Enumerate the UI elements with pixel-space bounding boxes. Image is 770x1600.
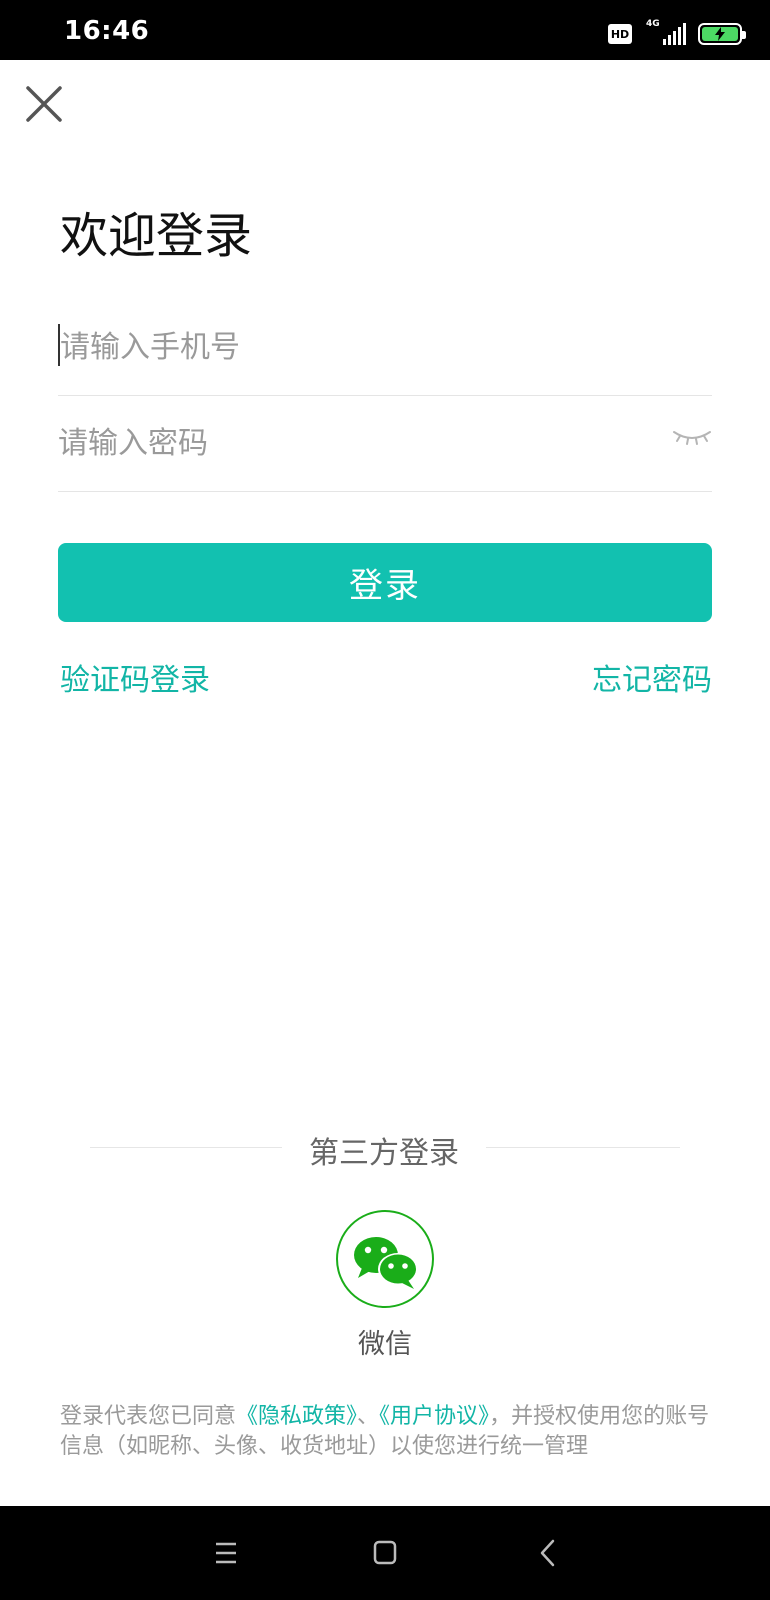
third-party-label: 第三方登录: [309, 1136, 459, 1171]
privacy-policy-link[interactable]: 《隐私政策》: [236, 1404, 357, 1429]
login-button[interactable]: 登录: [58, 543, 712, 622]
eye-closed-icon[interactable]: [672, 426, 712, 450]
page-title: 欢迎登录: [60, 208, 253, 264]
agreement-prefix: 登录代表您已同意: [60, 1404, 237, 1429]
close-icon[interactable]: [24, 84, 64, 124]
wechat-login-button[interactable]: [336, 1210, 434, 1308]
menu-icon[interactable]: [206, 1536, 246, 1570]
login-page: 16:46 HD 4G 欢迎登录 请输入手机号 登录 验证码登录 忘记密码 第三…: [0, 0, 770, 1600]
signal-icon: 4G: [644, 19, 686, 47]
hd-icon: HD: [608, 24, 632, 44]
wechat-label: 微信: [358, 1329, 412, 1360]
network-type: 4G: [646, 19, 660, 29]
agreement-separator: 、: [357, 1404, 380, 1429]
user-agreement-link[interactable]: 《用户协议》: [379, 1404, 489, 1429]
forgot-password-link[interactable]: 忘记密码: [592, 655, 712, 699]
sms-login-link[interactable]: 验证码登录: [60, 655, 210, 699]
wechat-icon: [354, 1237, 418, 1289]
divider-right: [486, 1147, 680, 1148]
status-time: 16:46: [64, 16, 150, 46]
password-input[interactable]: [58, 416, 638, 470]
password-field: [58, 396, 712, 492]
phone-input[interactable]: [58, 320, 638, 374]
status-icons: HD 4G: [608, 19, 746, 48]
agreement-text: 登录代表您已同意《隐私政策》、《用户协议》，并授权使用您的账号信息（如昵称、头像…: [60, 1402, 710, 1462]
phone-field: [58, 300, 712, 396]
battery-charging-icon: [698, 23, 746, 45]
divider-left: [90, 1147, 282, 1148]
status-bar: 16:46 HD 4G: [0, 0, 770, 60]
system-nav-bar: [0, 1506, 770, 1600]
back-icon[interactable]: [528, 1536, 568, 1570]
home-icon[interactable]: [365, 1536, 405, 1570]
